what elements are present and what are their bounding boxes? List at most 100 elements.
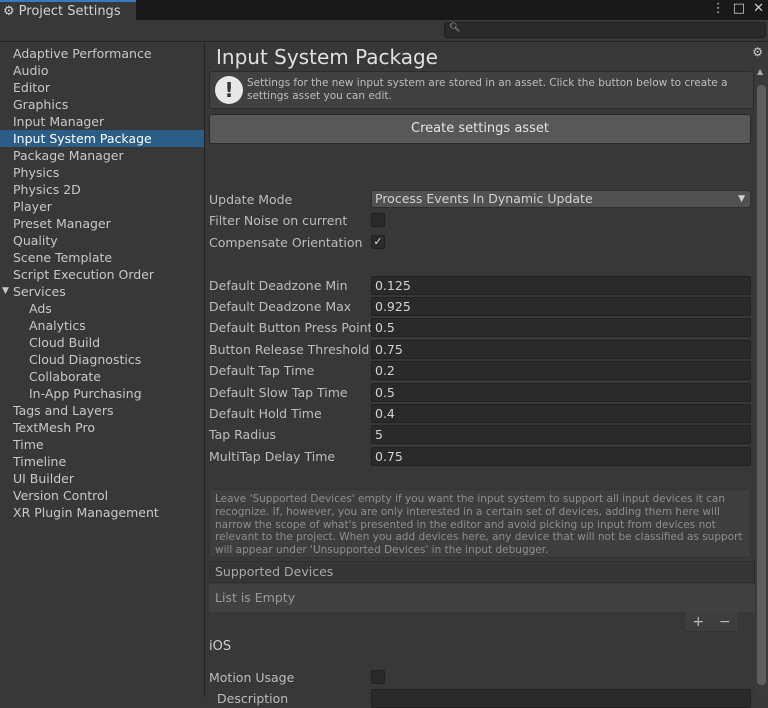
- supported-devices-header[interactable]: Supported Devices: [209, 561, 755, 583]
- sidebar-item[interactable]: Physics: [0, 164, 204, 181]
- compensate-orientation-checkbox[interactable]: ✓: [371, 235, 385, 249]
- motion-usage-checkbox[interactable]: [371, 670, 385, 684]
- sidebar-item-label: Preset Manager: [13, 216, 111, 231]
- sidebar-item-label: In-App Purchasing: [29, 386, 142, 401]
- add-device-button[interactable]: +: [692, 614, 704, 630]
- sidebar-item[interactable]: TextMesh Pro: [0, 419, 204, 436]
- maximize-icon[interactable]: □: [733, 1, 745, 16]
- sidebar-item-label: Graphics: [13, 97, 69, 112]
- sidebar-item[interactable]: Analytics: [0, 317, 204, 334]
- field-input[interactable]: 0.925: [371, 296, 751, 316]
- expand-arrow-icon[interactable]: ▼: [2, 283, 9, 300]
- update-mode-dropdown[interactable]: Process Events In Dynamic Update ▼: [371, 190, 751, 208]
- field-label: Default Slow Tap Time: [209, 384, 348, 400]
- filter-noise-row: Filter Noise on current: [209, 210, 751, 230]
- field-input[interactable]: 5: [371, 425, 751, 445]
- sidebar-item-label: UI Builder: [13, 471, 75, 486]
- field-label: Description: [217, 690, 289, 706]
- sidebar-item[interactable]: UI Builder: [0, 470, 204, 487]
- field-label: Default Tap Time: [209, 363, 315, 379]
- window-tab[interactable]: ⚙ Project Settings: [0, 0, 136, 20]
- sidebar-item[interactable]: Script Execution Order: [0, 266, 204, 283]
- sidebar-item-label: Editor: [13, 80, 50, 95]
- field-input[interactable]: 0.5: [371, 382, 751, 402]
- field-label: Compensate Orientation: [209, 234, 363, 250]
- supported-devices-list: List is Empty: [209, 584, 755, 612]
- sidebar-item-label: Ads: [29, 301, 52, 316]
- sidebar-item-label: Physics: [13, 165, 60, 180]
- field-label: Default Deadzone Max: [209, 298, 352, 314]
- field-label: Motion Usage: [209, 669, 295, 685]
- compensate-orientation-row: Compensate Orientation ✓: [209, 232, 751, 252]
- field-input[interactable]: 0.125: [371, 275, 751, 295]
- settings-sidebar: Adaptive Performance Audio Editor Graphics I…: [0, 43, 205, 697]
- field-input[interactable]: 0.2: [371, 361, 751, 381]
- sidebar-item-label: Input System Package: [13, 131, 152, 146]
- sidebar-item[interactable]: Version Control: [0, 487, 204, 504]
- sidebar-item-label: Collaborate: [29, 369, 101, 384]
- field-input[interactable]: 0.5: [371, 318, 751, 338]
- field-row: Default Slow Tap Time 0.5: [209, 382, 751, 402]
- field-label: MultiTap Delay Time: [209, 448, 336, 464]
- motion-usage-row: Motion Usage: [209, 667, 751, 687]
- scrollbar[interactable]: ▲: [755, 63, 768, 697]
- sidebar-item-label: Analytics: [29, 318, 86, 333]
- window-title: Project Settings: [18, 3, 121, 19]
- sidebar-item[interactable]: Adaptive Performance: [0, 45, 204, 62]
- sidebar-item[interactable]: Editor: [0, 79, 204, 96]
- sidebar-item-label: Cloud Diagnostics: [29, 352, 142, 367]
- sidebar-item-label: Cloud Build: [29, 335, 101, 350]
- sidebar-item-label: Audio: [13, 63, 49, 78]
- more-options-icon[interactable]: ⋮: [712, 1, 725, 16]
- sidebar-item-label: Tags and Layers: [13, 403, 114, 418]
- sidebar-item[interactable]: Ads: [0, 300, 204, 317]
- filter-noise-checkbox[interactable]: [371, 213, 385, 227]
- sidebar-item[interactable]: Graphics: [0, 96, 204, 113]
- sidebar-item[interactable]: ▼ Services: [0, 283, 204, 300]
- sidebar-item[interactable]: Cloud Build: [0, 334, 204, 351]
- sidebar-item[interactable]: Physics 2D: [0, 181, 204, 198]
- sidebar-item[interactable]: Preset Manager: [0, 215, 204, 232]
- sidebar-item[interactable]: XR Plugin Management: [0, 504, 204, 521]
- devices-info-box: Leave 'Supported Devices' empty if you w…: [209, 489, 751, 558]
- sidebar-item[interactable]: Scene Template: [0, 249, 204, 266]
- sidebar-item[interactable]: Tags and Layers: [0, 402, 204, 419]
- sidebar-item-label: Timeline: [13, 454, 67, 469]
- field-label: Default Deadzone Min: [209, 277, 348, 293]
- sidebar-item[interactable]: Input Manager: [0, 113, 204, 130]
- sidebar-item[interactable]: Quality: [0, 232, 204, 249]
- remove-device-button[interactable]: −: [719, 614, 731, 630]
- field-row: Tap Radius 5: [209, 425, 751, 445]
- sidebar-item[interactable]: Input System Package: [0, 130, 204, 147]
- sidebar-item[interactable]: Collaborate: [0, 368, 204, 385]
- close-icon[interactable]: ✕: [753, 1, 764, 16]
- sidebar-item[interactable]: Timeline: [0, 453, 204, 470]
- sidebar-item-label: Player: [13, 199, 52, 214]
- sidebar-item-label: Version Control: [13, 488, 109, 503]
- search-input[interactable]: 🔍︎: [444, 22, 766, 38]
- create-settings-asset-button[interactable]: Create settings asset: [209, 114, 751, 144]
- field-input[interactable]: 0.4: [371, 403, 751, 423]
- update-mode-row: Update Mode Process Events In Dynamic Upd…: [209, 189, 751, 209]
- sidebar-item[interactable]: Cloud Diagnostics: [0, 351, 204, 368]
- search-icon: 🔍︎: [449, 23, 461, 33]
- description-input[interactable]: [371, 688, 751, 708]
- field-input[interactable]: 0.75: [371, 446, 751, 466]
- sidebar-item-label: Quality: [13, 233, 58, 248]
- sidebar-item[interactable]: Player: [0, 198, 204, 215]
- description-row: Description: [209, 688, 751, 708]
- field-input[interactable]: 0.75: [371, 339, 751, 359]
- sidebar-item-label: Time: [13, 437, 44, 452]
- sidebar-item-label: XR Plugin Management: [13, 505, 159, 520]
- scroll-up-icon[interactable]: ▲: [757, 67, 763, 76]
- field-row: Default Tap Time 0.2: [209, 361, 751, 381]
- settings-gear-icon[interactable]: ⚙: [752, 45, 763, 59]
- warning-icon: !: [215, 76, 243, 104]
- sidebar-item[interactable]: In-App Purchasing: [0, 385, 204, 402]
- list-controls: + −: [684, 612, 739, 632]
- gear-icon: ⚙: [3, 3, 15, 19]
- sidebar-item[interactable]: Time: [0, 436, 204, 453]
- sidebar-item[interactable]: Package Manager: [0, 147, 204, 164]
- sidebar-item[interactable]: Audio: [0, 62, 204, 79]
- scrollbar-thumb[interactable]: [757, 85, 766, 685]
